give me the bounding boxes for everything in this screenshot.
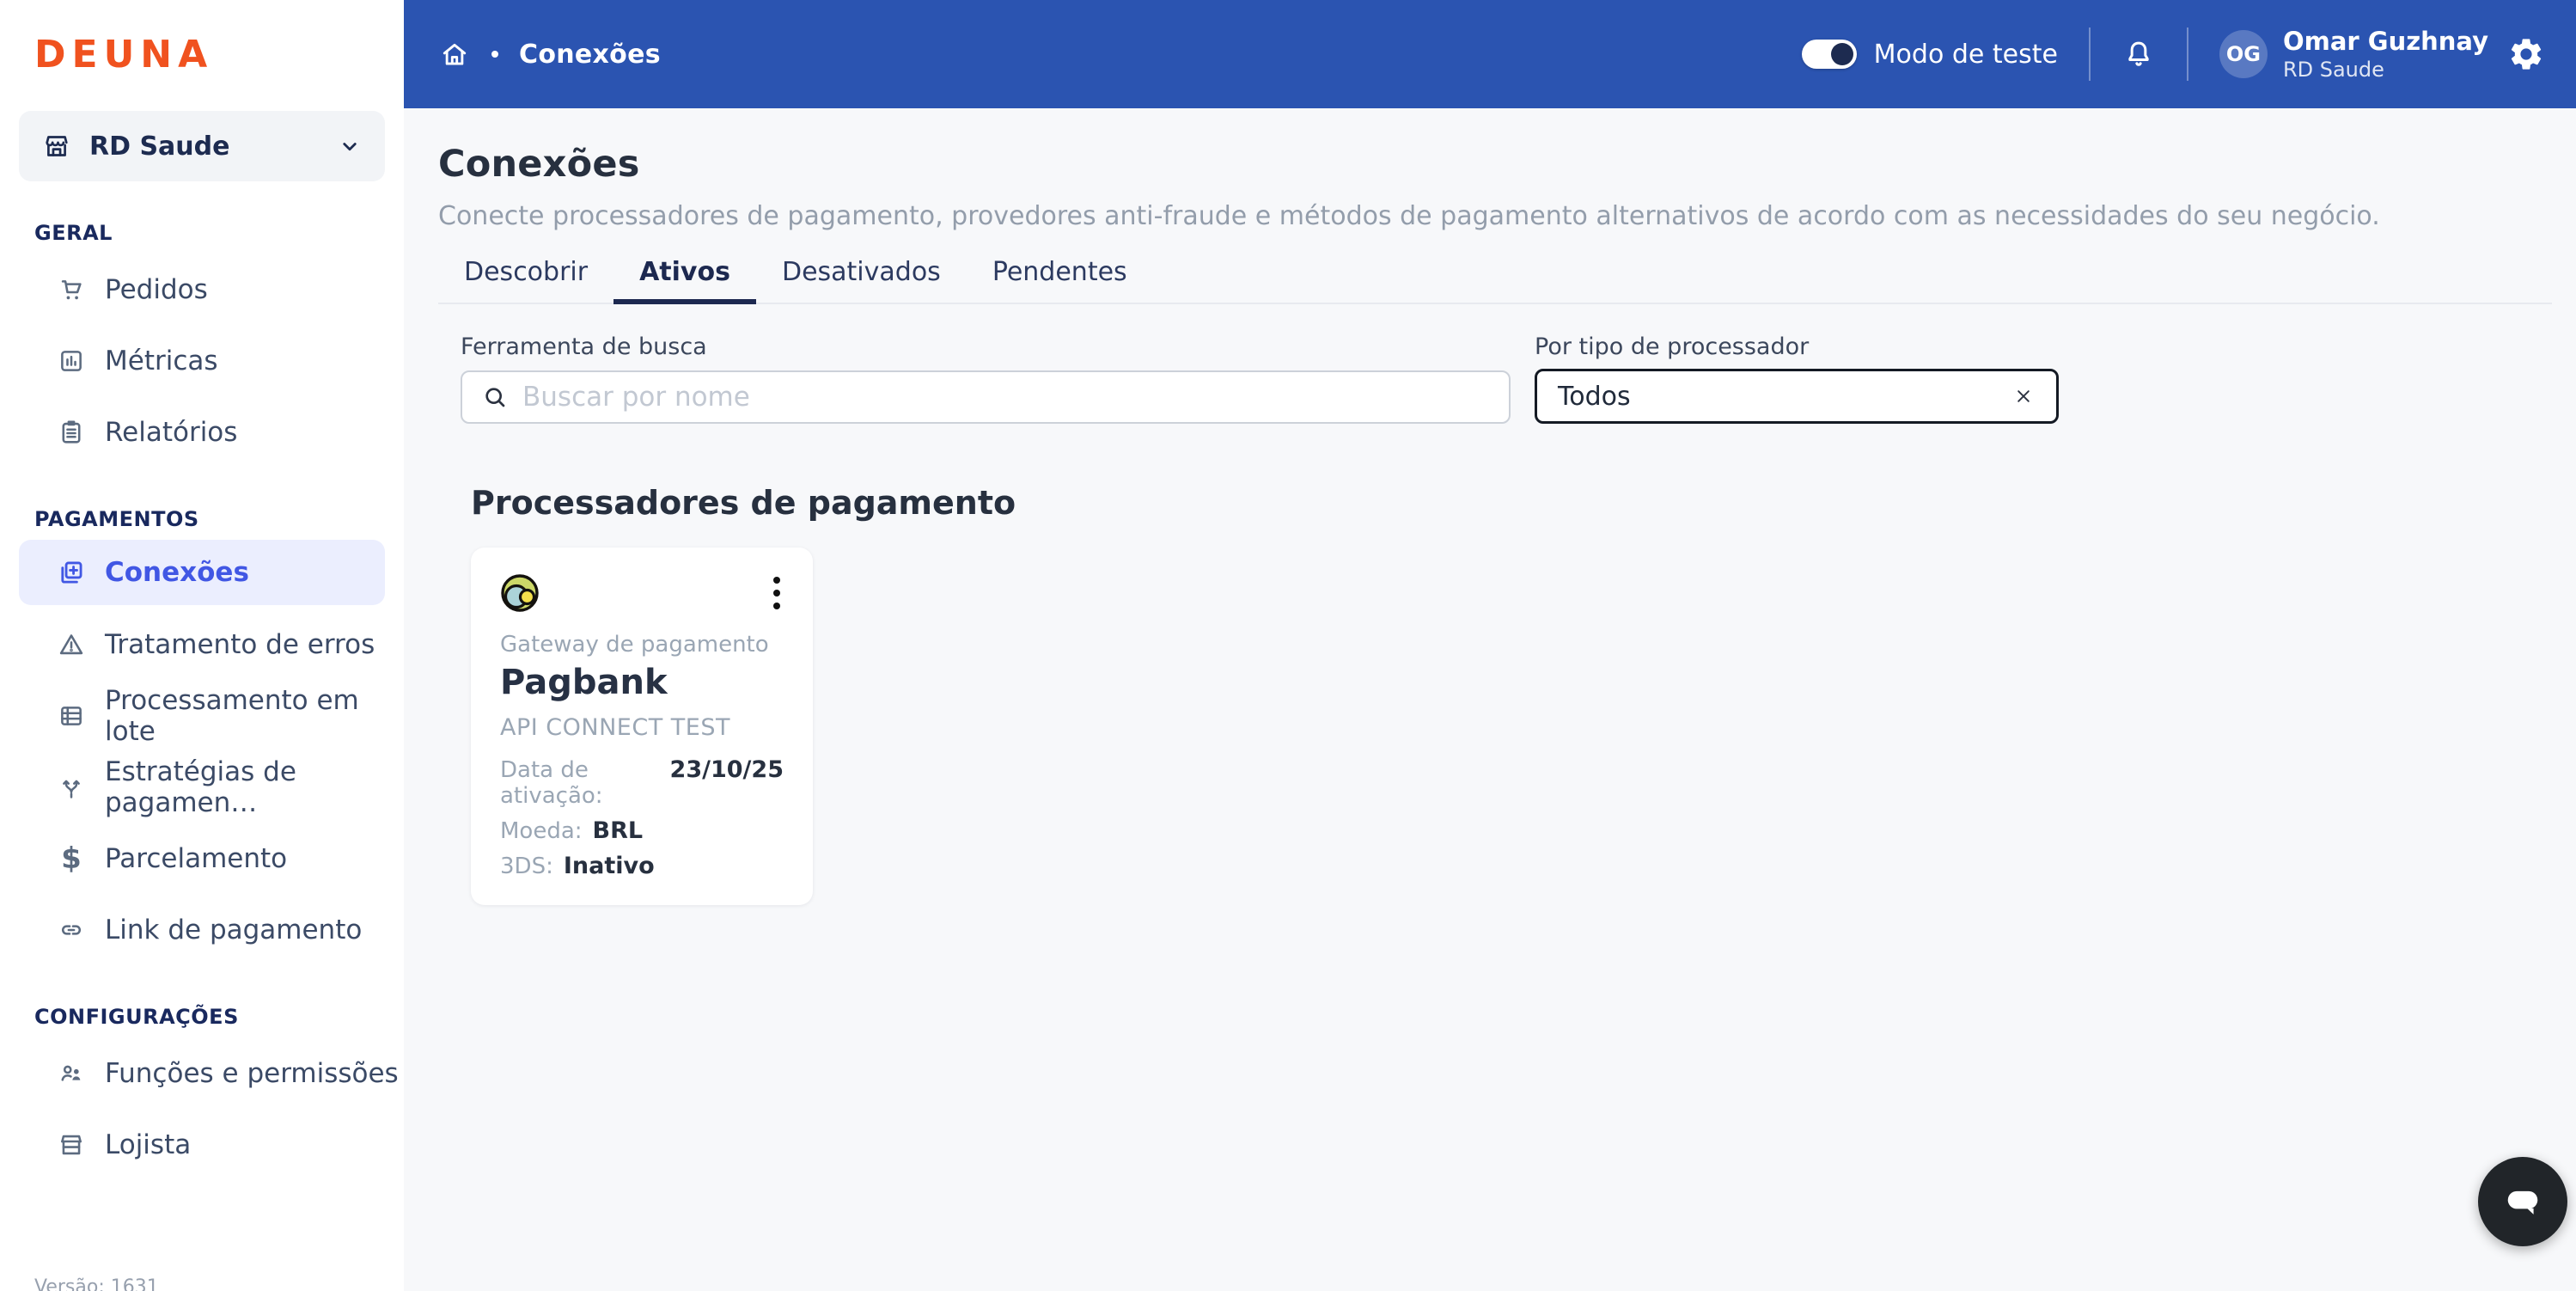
topbar: Conexões Modo de teste OG Omar Guzhnay R… bbox=[404, 0, 2576, 108]
clear-filter-icon[interactable] bbox=[2011, 384, 2036, 408]
sidebar-item-tratamento-de-erros[interactable]: Tratamento de erros bbox=[0, 609, 404, 680]
sidebar-item-link-de-pagamento[interactable]: Link de pagamento bbox=[0, 894, 404, 965]
processor-type-group: Por tipo de processador Todos bbox=[1535, 333, 2059, 424]
divider bbox=[2186, 28, 2188, 81]
sidebar-item-label: Conexões bbox=[105, 557, 249, 588]
merchant-selector[interactable]: RD Saude bbox=[19, 111, 385, 181]
search-label: Ferramenta de busca bbox=[461, 333, 707, 360]
sidebar-item-estrategias-de-pagamento[interactable]: Estratégias de pagamen… bbox=[0, 751, 404, 823]
search-input[interactable] bbox=[522, 382, 1490, 413]
sidebar-item-relatorios[interactable]: Relatórios bbox=[0, 396, 404, 468]
search-icon bbox=[485, 388, 505, 407]
cart-icon bbox=[61, 279, 82, 299]
sidebar-item-funcoes-e-permissoes[interactable]: Funções e permissões bbox=[0, 1037, 404, 1109]
sidebar-section-geral: GERAL bbox=[34, 221, 113, 245]
card-field-currency: Moeda: BRL bbox=[500, 817, 644, 844]
sidebar-item-label: Processamento em lote bbox=[105, 684, 359, 747]
card-category: Gateway de pagamento bbox=[500, 632, 769, 658]
card-fields: Data de ativação: 23/10/25 Moeda: BRL 3D… bbox=[500, 756, 784, 879]
sidebar-item-label: Link de pagamento bbox=[105, 914, 363, 945]
processor-type-value: Todos bbox=[1558, 381, 1631, 412]
processor-card-pagbank[interactable]: Gateway de pagamento Pagbank API CONNECT… bbox=[471, 548, 813, 905]
home-icon[interactable] bbox=[438, 38, 471, 70]
sidebar-section-configuracoes: CONFIGURAÇÕES bbox=[34, 1005, 239, 1029]
user-name: Omar Guzhnay bbox=[2282, 26, 2488, 56]
main-content: Conexões Conecte processadores de pagame… bbox=[404, 108, 2576, 1291]
link-icon bbox=[61, 924, 82, 935]
page-title: Conexões bbox=[438, 143, 640, 186]
processors-section-title: Processadores de pagamento bbox=[471, 484, 1016, 522]
sidebar-item-label: Parcelamento bbox=[105, 842, 288, 874]
sidebar-item-label: Tratamento de erros bbox=[105, 628, 375, 660]
batch-icon bbox=[61, 706, 82, 725]
people-icon bbox=[61, 1065, 81, 1081]
chevron-down-icon bbox=[343, 143, 357, 151]
test-mode-toggle[interactable] bbox=[1801, 40, 1857, 69]
tab-descobrir[interactable]: Descobrir bbox=[438, 255, 613, 303]
sidebar-item-conexoes[interactable]: Conexões bbox=[19, 540, 385, 605]
user-merchant: RD Saude bbox=[2282, 58, 2384, 83]
search-group: Ferramenta de busca bbox=[461, 333, 1511, 424]
topbar-right: Modo de teste OG Omar Guzhnay RD Saude bbox=[1801, 26, 2545, 83]
sidebar-item-label: Pedidos bbox=[105, 273, 208, 305]
metrics-icon bbox=[61, 350, 82, 371]
sidebar-section-pagamentos: PAGAMENTOS bbox=[34, 507, 199, 531]
breadcrumb: Conexões bbox=[519, 39, 661, 70]
chat-widget-button[interactable] bbox=[2478, 1157, 2567, 1246]
bell-icon[interactable] bbox=[2121, 37, 2156, 71]
avatar[interactable]: OG bbox=[2219, 30, 2268, 78]
card-field-3ds: 3DS: Inativo bbox=[500, 853, 655, 879]
dollar-icon: $ bbox=[61, 841, 82, 876]
sidebar-item-processamento-em-lote[interactable]: Processamento em lote bbox=[0, 680, 404, 751]
sidebar-item-metricas[interactable]: Métricas bbox=[0, 325, 404, 396]
tab-pendentes[interactable]: Pendentes bbox=[967, 255, 1153, 303]
sidebar-item-parcelamento[interactable]: $ Parcelamento bbox=[0, 823, 404, 894]
toggle-knob bbox=[1830, 43, 1853, 65]
pagbank-logo bbox=[501, 574, 539, 612]
sidebar-item-pedidos[interactable]: Pedidos bbox=[0, 254, 404, 325]
storefront-icon bbox=[61, 1135, 82, 1154]
warning-icon bbox=[59, 633, 83, 654]
sidebar-item-lojista[interactable]: Lojista bbox=[0, 1109, 404, 1180]
avatar-initials: OG bbox=[2225, 42, 2261, 66]
sidebar-item-label: Relatórios bbox=[105, 416, 238, 448]
search-box bbox=[461, 370, 1511, 424]
merchant-selector-label: RD Saude bbox=[89, 131, 230, 162]
tabs: Descobrir Ativos Desativados Pendentes bbox=[438, 255, 2552, 304]
app-root: DEUNA RD Saude GERAL Pedidos Métricas Re… bbox=[0, 0, 2576, 1291]
report-icon bbox=[62, 420, 81, 444]
sidebar-item-label: Funções e permissões bbox=[105, 1057, 399, 1089]
tab-ativos[interactable]: Ativos bbox=[613, 255, 756, 304]
card-header bbox=[500, 573, 784, 613]
card-menu-button[interactable] bbox=[770, 573, 784, 613]
sidebar-item-label: Estratégias de pagamen… bbox=[105, 756, 296, 818]
page-description: Conecte processadores de pagamento, prov… bbox=[438, 201, 2380, 231]
processor-type-select[interactable]: Todos bbox=[1535, 369, 2059, 424]
route-icon bbox=[63, 780, 80, 798]
processors-section: Processadores de pagamento Gateway de pa… bbox=[471, 484, 2552, 905]
gear-icon[interactable] bbox=[2507, 35, 2545, 73]
sidebar-item-label: Lojista bbox=[105, 1129, 192, 1160]
user-block: Omar Guzhnay RD Saude bbox=[2283, 26, 2488, 83]
chat-bubble-icon bbox=[2507, 1190, 2538, 1215]
card-subtitle: API CONNECT TEST bbox=[500, 714, 730, 741]
breadcrumb-separator-dot bbox=[491, 51, 498, 58]
connections-icon bbox=[61, 561, 82, 584]
storefront-icon bbox=[46, 136, 68, 156]
card-name: Pagbank bbox=[500, 663, 668, 702]
app-version: Versão: 1631 bbox=[34, 1276, 159, 1291]
tab-desativados[interactable]: Desativados bbox=[756, 255, 967, 303]
processor-type-label: Por tipo de processador bbox=[1535, 333, 1810, 360]
divider bbox=[2088, 28, 2091, 81]
test-mode-label: Modo de teste bbox=[1873, 39, 2058, 70]
card-field-activation-date: Data de ativação: 23/10/25 bbox=[500, 756, 784, 809]
brand-logo: DEUNA bbox=[34, 33, 214, 76]
sidebar-item-label: Métricas bbox=[105, 345, 218, 376]
filters-row: Ferramenta de busca Por tipo de processa… bbox=[461, 333, 2552, 424]
sidebar: DEUNA RD Saude GERAL Pedidos Métricas Re… bbox=[0, 0, 404, 1291]
